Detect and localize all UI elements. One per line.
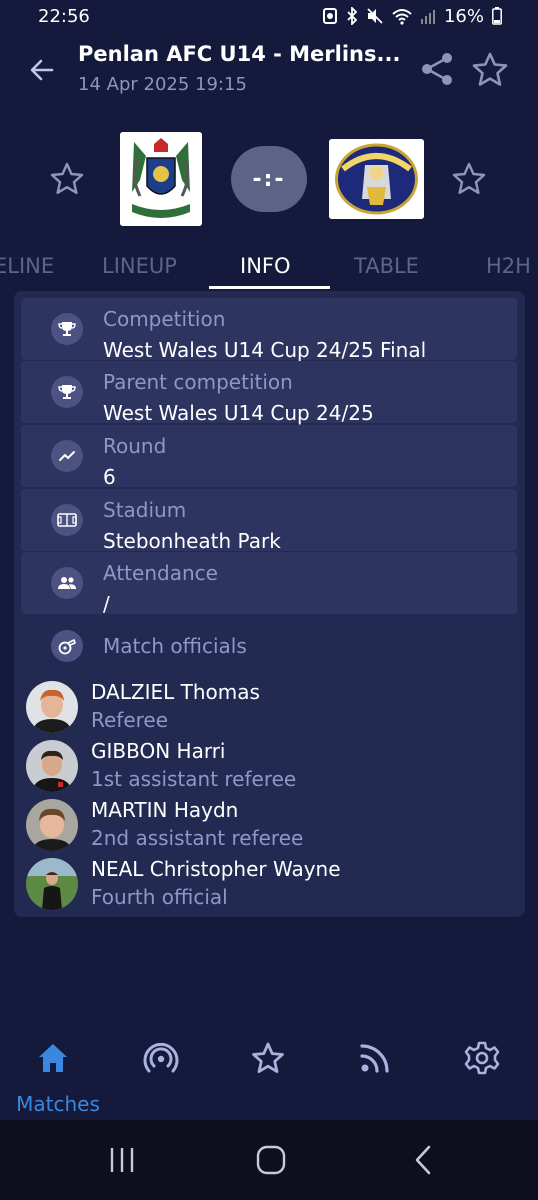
official-row[interactable]: MARTIN Haydn 2nd assistant referee: [26, 796, 506, 854]
nav-feed[interactable]: [325, 1040, 425, 1120]
settings-icon: [464, 1041, 500, 1075]
trend-icon: [51, 440, 83, 472]
nav-matches[interactable]: Matches: [4, 1040, 104, 1120]
status-time: 22:56: [38, 5, 90, 27]
official-row[interactable]: DALZIEL Thomas Referee: [26, 678, 506, 736]
battery-percent: 16%: [443, 5, 484, 27]
tab-lineup[interactable]: LINEUP: [102, 254, 177, 278]
match-datetime: 14 Apr 2025 19:15: [78, 74, 247, 95]
avatar: [26, 681, 78, 733]
mute-icon: [367, 8, 383, 24]
tab-h2h[interactable]: H2H: [486, 254, 531, 278]
bluetooth-icon: [347, 7, 358, 25]
favourites-icon: [252, 1042, 284, 1073]
share-icon[interactable]: [418, 50, 456, 88]
status-icons: 16%: [322, 6, 502, 27]
nav-matches-label: Matches: [16, 1092, 100, 1116]
live-icon: [143, 1042, 179, 1073]
officials-label: Match officials: [103, 634, 247, 658]
competition-label: Competition: [103, 307, 226, 331]
home-icon: [39, 1044, 67, 1072]
official-role: 2nd assistant referee: [91, 826, 304, 850]
parent-competition-value: West Wales U14 Cup 24/25: [103, 401, 374, 425]
official-row[interactable]: NEAL Christopher Wayne Fourth official: [26, 855, 506, 913]
tab-timeline[interactable]: ELINE: [0, 254, 54, 278]
pitch-icon: [51, 504, 83, 536]
battery-icon: [492, 7, 502, 25]
avatar: [26, 740, 78, 792]
match-header: -:-: [0, 120, 538, 240]
info-row-round: Round 6: [21, 425, 517, 489]
home-favourite-star-icon[interactable]: [48, 160, 86, 198]
away-team-crest[interactable]: [329, 139, 424, 219]
home-button-icon[interactable]: [251, 1144, 291, 1176]
info-row-competition[interactable]: Competition West Wales U14 Cup 24/25 Fin…: [21, 298, 517, 362]
bottom-navigation: Matches: [0, 1030, 538, 1120]
official-name: NEAL Christopher Wayne: [91, 857, 341, 881]
nav-live[interactable]: [111, 1040, 211, 1120]
official-name: MARTIN Haydn: [91, 798, 239, 822]
recycle-icon: [322, 8, 337, 24]
official-role: 1st assistant referee: [91, 767, 297, 791]
recent-apps-icon[interactable]: [102, 1144, 142, 1176]
star-outline-icon[interactable]: [470, 50, 510, 90]
nav-favourites[interactable]: [218, 1040, 318, 1120]
app-bar: Penlan AFC U14 - Merlins... 14 Apr 2025 …: [0, 32, 538, 108]
official-role: Referee: [91, 708, 169, 732]
trophy-icon: [51, 313, 83, 345]
info-row-stadium[interactable]: Stadium Stebonheath Park: [21, 489, 517, 553]
stadium-value: Stebonheath Park: [103, 529, 281, 553]
official-name: DALZIEL Thomas: [91, 680, 260, 704]
officials-header: Match officials: [21, 616, 517, 676]
system-back-icon[interactable]: [403, 1144, 443, 1176]
stadium-label: Stadium: [103, 498, 187, 522]
info-row-parent-competition[interactable]: Parent competition West Wales U14 Cup 24…: [21, 361, 517, 425]
back-arrow-icon[interactable]: [26, 54, 58, 86]
attendance-label: Attendance: [103, 561, 218, 585]
official-role: Fourth official: [91, 885, 228, 909]
signal-icon: [420, 10, 435, 24]
tab-bar: ELINE LINEUP INFO TABLE H2H: [0, 244, 538, 290]
info-row-attendance: Attendance /: [21, 552, 517, 616]
system-navigation-bar: [0, 1120, 538, 1200]
avatar: [26, 799, 78, 851]
home-team-crest[interactable]: [120, 132, 202, 226]
match-info-card: Competition West Wales U14 Cup 24/25 Fin…: [14, 291, 525, 917]
tab-indicator: [209, 286, 330, 289]
official-row[interactable]: GIBBON Harri 1st assistant referee: [26, 737, 506, 795]
avatar: [26, 858, 78, 910]
feed-icon: [360, 1044, 389, 1073]
official-name: GIBBON Harri: [91, 739, 226, 763]
nav-settings[interactable]: [432, 1040, 532, 1120]
parent-competition-label: Parent competition: [103, 370, 293, 394]
attendance-value: /: [103, 592, 110, 616]
tab-table[interactable]: TABLE: [354, 254, 419, 278]
people-icon: [51, 567, 83, 599]
tab-info[interactable]: INFO: [240, 254, 291, 278]
status-bar: 22:56 16%: [0, 0, 538, 32]
trophy-icon: [51, 376, 83, 408]
wifi-icon: [392, 9, 412, 25]
away-favourite-star-icon[interactable]: [450, 160, 488, 198]
round-value: 6: [103, 465, 116, 489]
competition-value: West Wales U14 Cup 24/25 Final: [103, 338, 427, 362]
page-title: Penlan AFC U14 - Merlins...: [78, 42, 401, 66]
score-badge: -:-: [231, 146, 307, 212]
round-label: Round: [103, 434, 167, 458]
whistle-icon: [51, 630, 83, 662]
